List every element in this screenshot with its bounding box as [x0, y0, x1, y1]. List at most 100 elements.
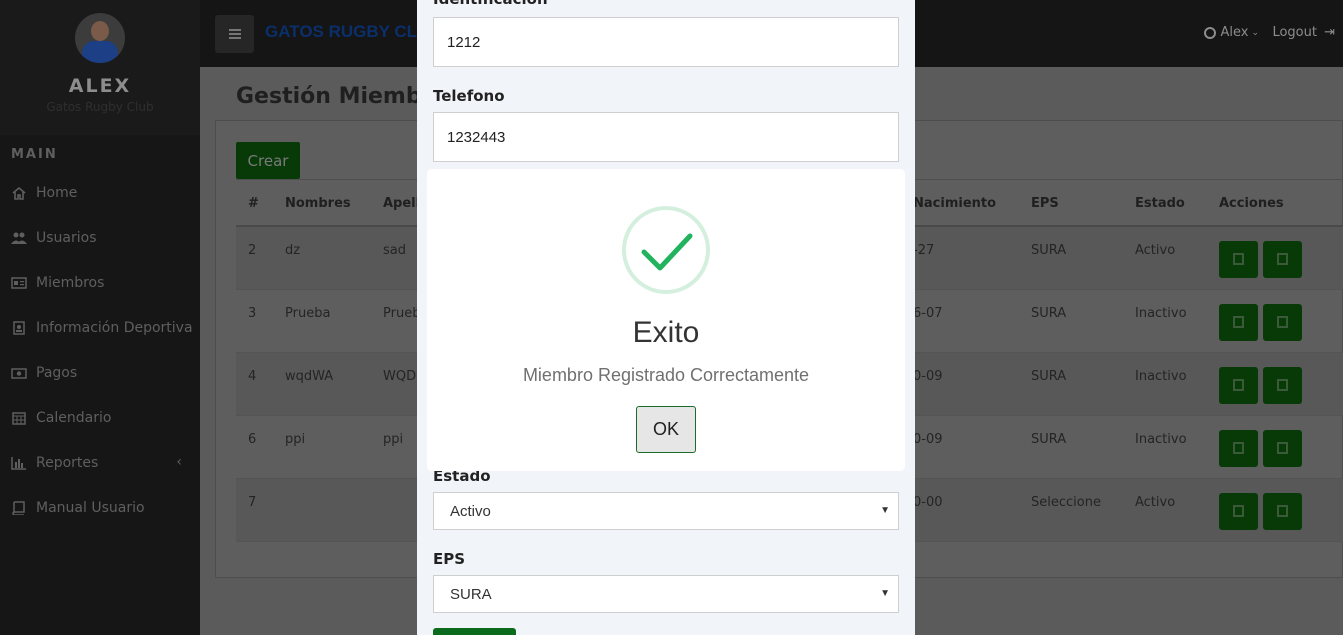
sidebar-item-home[interactable]: Home	[0, 170, 200, 215]
brand-title[interactable]: GATOS RUGBY CL	[265, 22, 417, 42]
cell-num: 2	[248, 243, 257, 258]
profile-panel: ALEX Gatos Rugby Club	[0, 0, 200, 135]
cell-estado: Inactivo	[1135, 306, 1187, 321]
cell-num: 6	[248, 432, 257, 447]
trash-icon	[1277, 442, 1288, 454]
eps-select[interactable]: SURA ▼	[433, 575, 899, 613]
identificacion-label: Identificacion	[433, 0, 548, 8]
col-header-nombres: Nombres	[285, 196, 351, 211]
pencil-icon	[1233, 253, 1244, 265]
cell-nombres: dz	[285, 243, 301, 258]
user-name: Alex	[1220, 25, 1249, 40]
sidebar-item-informacion-deportiva[interactable]: Información Deportiva	[0, 305, 200, 350]
col-header-num: #	[248, 196, 259, 211]
cell-num: 4	[248, 369, 257, 384]
avatar	[75, 13, 125, 63]
alert-title: Exito	[632, 316, 700, 349]
logout-label: Logout	[1272, 25, 1317, 40]
edit-button[interactable]	[1219, 304, 1258, 341]
col-header-apellidos: Apell	[383, 196, 421, 211]
calendar-icon	[11, 411, 27, 425]
cell-nacimiento: 6-07	[913, 306, 943, 321]
cell-estado: Activo	[1135, 495, 1176, 510]
user-menu[interactable]: Alex ⌄	[1204, 25, 1259, 40]
delete-button[interactable]	[1263, 367, 1302, 404]
trash-icon	[1277, 253, 1288, 265]
cell-nombres: ppi	[285, 432, 306, 447]
eps-selected: SURA	[450, 585, 492, 603]
edit-button[interactable]	[1219, 493, 1258, 530]
trash-icon	[1277, 505, 1288, 517]
sidebar-item-label: Reportes	[36, 454, 99, 471]
sidebar-item-manual-usuario[interactable]: Manual Usuario	[0, 485, 200, 530]
profile-club: Gatos Rugby Club	[46, 100, 154, 114]
cell-apellidos: sad	[383, 243, 406, 258]
caret-down-icon: ▼	[880, 505, 890, 516]
cell-nombres: wqdWA	[285, 369, 334, 384]
col-header-eps: EPS	[1031, 196, 1059, 211]
cell-eps: SURA	[1031, 306, 1067, 321]
sidebar-item-calendario[interactable]: Calendario	[0, 395, 200, 440]
sidebar-item-label: Calendario	[36, 409, 112, 426]
chevron-down-icon: ⌄	[1251, 27, 1259, 38]
bar-chart-icon	[11, 456, 27, 470]
success-check-icon	[622, 206, 710, 294]
save-button[interactable]	[433, 628, 516, 635]
money-icon	[11, 366, 27, 380]
create-button[interactable]: Crear	[236, 142, 300, 179]
chevron-left-icon: ‹	[176, 454, 182, 470]
cell-nacimiento: 0-09	[913, 369, 943, 384]
delete-button[interactable]	[1263, 493, 1302, 530]
menu-toggle-button[interactable]	[215, 15, 254, 53]
delete-button[interactable]	[1263, 304, 1302, 341]
edit-button[interactable]	[1219, 367, 1258, 404]
ok-button[interactable]: OK	[636, 406, 696, 453]
sign-out-icon: ⇥	[1324, 25, 1335, 40]
cell-nacimiento: -27	[913, 243, 935, 258]
badge-icon	[11, 320, 27, 335]
logout-link[interactable]: Logout ⇥	[1272, 25, 1335, 40]
sidebar-item-label: Pagos	[36, 364, 78, 381]
sidebar-item-usuarios[interactable]: Usuarios	[0, 215, 200, 260]
cell-estado: Activo	[1135, 243, 1176, 258]
home-icon	[11, 186, 27, 200]
col-header-acciones: Acciones	[1219, 196, 1284, 211]
menu-section-title: MAIN	[11, 147, 58, 162]
edit-button[interactable]	[1219, 430, 1258, 467]
identificacion-input[interactable]: 1212	[433, 17, 899, 67]
cell-nombres: Prueba	[285, 306, 331, 321]
success-alert: Exito Miembro Registrado Correctamente O…	[427, 169, 905, 471]
cell-eps: SURA	[1031, 243, 1067, 258]
cell-apellidos: WQD	[383, 369, 417, 384]
sidebar-item-label: Miembros	[36, 274, 105, 291]
page-title: Gestión Miembro	[236, 84, 448, 109]
cell-estado: Inactivo	[1135, 432, 1187, 447]
pencil-icon	[1233, 442, 1244, 454]
pencil-icon	[1233, 379, 1244, 391]
telefono-input[interactable]: 1232443	[433, 112, 899, 162]
cell-apellidos: ppi	[383, 432, 404, 447]
sidebar: ALEX Gatos Rugby Club MAIN Home Usuarios…	[0, 0, 200, 635]
col-header-nacimiento: Nacimiento	[913, 196, 997, 211]
caret-down-icon: ▼	[880, 588, 890, 599]
delete-button[interactable]	[1263, 241, 1302, 278]
delete-button[interactable]	[1263, 430, 1302, 467]
pencil-icon	[1233, 316, 1244, 328]
cell-eps: SURA	[1031, 369, 1067, 384]
cell-eps: Seleccione	[1031, 495, 1101, 510]
sidebar-item-reportes[interactable]: Reportes ‹	[0, 440, 200, 485]
estado-select[interactable]: Activo ▼	[433, 492, 899, 530]
eps-label: EPS	[433, 550, 466, 568]
sidebar-item-label: Manual Usuario	[36, 499, 145, 516]
book-icon	[11, 500, 27, 516]
pencil-icon	[1233, 505, 1244, 517]
trash-icon	[1277, 379, 1288, 391]
telefono-label: Telefono	[433, 87, 505, 105]
estado-selected: Activo	[450, 502, 491, 520]
sidebar-item-pagos[interactable]: Pagos	[0, 350, 200, 395]
edit-button[interactable]	[1219, 241, 1258, 278]
alert-message: Miembro Registrado Correctamente	[522, 365, 810, 385]
user-circle-icon	[1204, 26, 1217, 39]
users-icon	[11, 231, 27, 245]
sidebar-item-miembros[interactable]: Miembros	[0, 260, 200, 305]
